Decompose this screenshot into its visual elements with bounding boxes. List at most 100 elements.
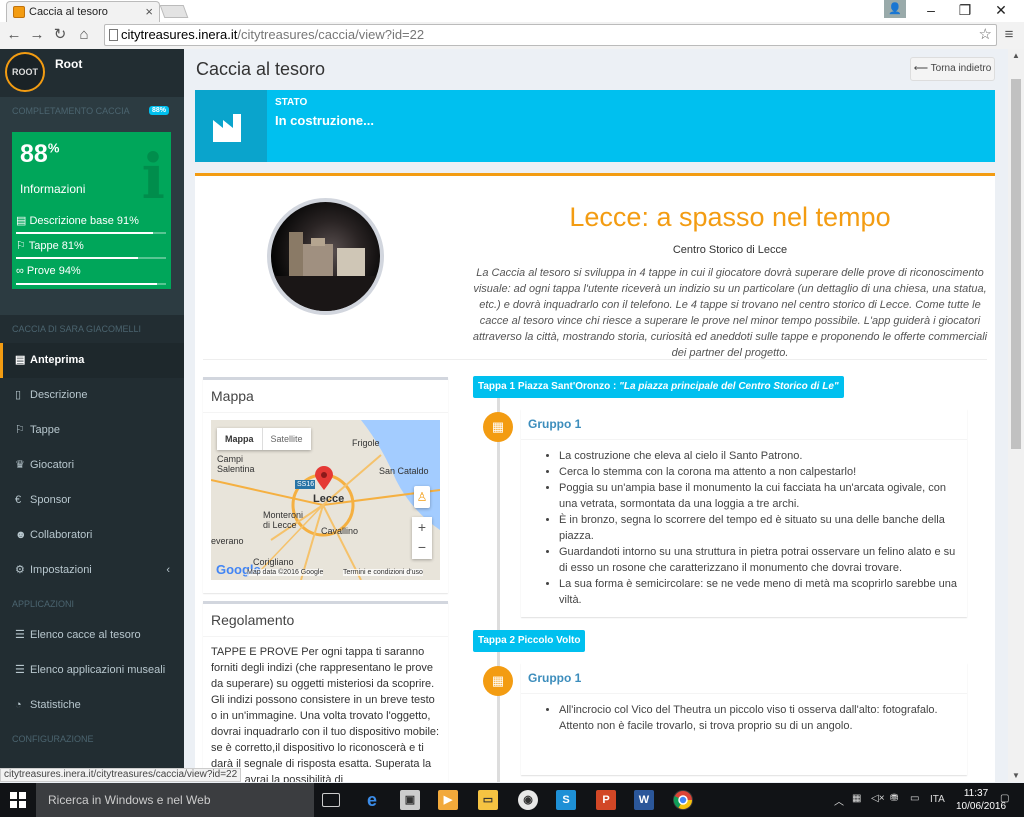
file-icon: ▯: [15, 389, 22, 401]
bookmark-star-icon[interactable]: ☆: [979, 25, 992, 45]
tray-network-icon[interactable]: ▦: [852, 793, 861, 804]
timeline-line: [497, 395, 500, 782]
media-player-icon[interactable]: ▶: [438, 790, 458, 810]
map-marker-icon[interactable]: [315, 466, 333, 490]
menu-impostazioni[interactable]: ⚙ Impostazioni ‹: [0, 553, 184, 588]
zoom-out-button[interactable]: −: [412, 537, 432, 557]
status-value: In costruzione...: [275, 113, 374, 128]
map-type-satellite[interactable]: Satellite: [261, 428, 311, 450]
group-title[interactable]: Gruppo 1: [521, 663, 967, 694]
clue-item: La sua forma è semicircolare: se ne vede…: [559, 576, 959, 608]
taskbar-clock[interactable]: 11:37 10/06/2016: [956, 787, 1006, 813]
map-data-attribution: Map data ©2016 Google: [247, 569, 324, 576]
menu-icon[interactable]: ≡: [999, 25, 1019, 45]
page-icon: [109, 29, 118, 41]
root-logo: ROOT: [5, 52, 45, 92]
skype-icon[interactable]: S: [556, 790, 576, 810]
windows-start-icon[interactable]: [10, 792, 26, 808]
tappa-2-group: Gruppo 1 All'incrocio col Vico del Theut…: [521, 663, 967, 775]
group-title[interactable]: Gruppo 1: [521, 409, 967, 440]
app-icon[interactable]: ◉: [518, 790, 538, 810]
menu-elenco-cacce[interactable]: ☰ Elenco cacce al tesoro: [0, 618, 184, 653]
windows-taskbar: Ricerca in Windows e nel Web e ▣ ▶ ▭ ◉ S…: [0, 783, 1024, 817]
map-terms-link[interactable]: Termini e condizioni d'uso: [343, 569, 423, 576]
trophy-icon: ♛: [15, 459, 25, 471]
chrome-icon[interactable]: [673, 790, 693, 810]
edge-icon[interactable]: e: [362, 790, 382, 810]
back-button[interactable]: ⟵ Torna indietro: [910, 57, 995, 81]
new-tab-button[interactable]: [159, 5, 189, 18]
close-window-icon[interactable]: ✕: [984, 0, 1018, 22]
powerpoint-icon[interactable]: P: [596, 790, 616, 810]
hunt-description: La Caccia al tesoro si sviluppa in 4 tap…: [472, 267, 988, 359]
address-bar[interactable]: citytreasures.inera.it/citytreasures/cac…: [104, 24, 997, 46]
status-bar-url: citytreasures.inera.it/citytreasures/cac…: [0, 768, 242, 782]
tray-app-icon[interactable]: ⛃: [890, 793, 898, 804]
scroll-up-icon[interactable]: ▲: [1012, 51, 1020, 60]
clue-item: Cerca lo stemma con la corona ma attento…: [559, 464, 959, 480]
user-name: Root: [55, 57, 83, 71]
clue-item: È in bronzo, segna lo scorrere del tempo…: [559, 512, 959, 544]
tab-title: Caccia al tesoro: [29, 6, 108, 18]
store-icon[interactable]: ▣: [400, 790, 420, 810]
menu-elenco-applicazioni[interactable]: ☰ Elenco applicazioni museali: [0, 653, 184, 688]
map-label-monteroni: Monteroni di Lecce: [263, 510, 304, 530]
taskbar-search[interactable]: Ricerca in Windows e nel Web: [36, 783, 314, 817]
stat-prove-bar: [16, 283, 166, 285]
map-label-frigole: Frigole: [352, 438, 380, 448]
reload-icon[interactable]: ↻: [50, 25, 70, 45]
browser-tab[interactable]: Caccia al tesoro ×: [6, 1, 160, 22]
map-type-map[interactable]: Mappa: [217, 428, 262, 450]
menu-statistiche[interactable]: ◔ Statistiche: [0, 688, 184, 723]
map-label-san-cataldo: San Cataldo: [379, 466, 429, 476]
status-box: STATO In costruzione...: [195, 90, 995, 162]
word-icon[interactable]: W: [634, 790, 654, 810]
list-icon: ☰: [15, 629, 25, 641]
menu-tappe[interactable]: ⚐ Tappe: [0, 413, 184, 448]
restore-icon[interactable]: ❐: [948, 0, 982, 22]
scroll-down-icon[interactable]: ▼: [1012, 771, 1020, 780]
menu-anteprima[interactable]: ▤ Anteprima: [0, 343, 184, 378]
url-path: /citytreasures/caccia/view?id=22: [237, 27, 425, 42]
scroll-thumb[interactable]: [1011, 79, 1021, 449]
url-host: citytreasures.inera.it: [121, 27, 238, 42]
forward-arrow-icon[interactable]: →: [27, 25, 47, 45]
stat-prove: ∞ Prove 94%: [16, 265, 81, 277]
map-label-lecce: Lecce: [313, 493, 345, 505]
clue-item: Guardandoti intorno su una struttura in …: [559, 544, 959, 576]
vertical-scrollbar[interactable]: ▲ ▼: [1008, 49, 1024, 782]
language-indicator[interactable]: ITA: [930, 794, 945, 805]
user-icon[interactable]: 👤: [884, 0, 906, 18]
map-type-toggle[interactable]: Mappa Satellite: [217, 428, 311, 450]
street-view-icon[interactable]: ♙: [414, 486, 430, 508]
notifications-icon[interactable]: ▢: [1000, 793, 1009, 804]
section-hunt-header: CACCIA DI SARA GIACOMELLI: [12, 324, 142, 334]
tray-chevron-icon[interactable]: ︿: [834, 793, 844, 808]
rules-panel: Regolamento TAPPE E PROVE Per ogni tappa…: [203, 601, 448, 782]
gears-icon: ⚙: [15, 564, 25, 576]
zoom-in-button[interactable]: +: [412, 517, 432, 537]
map-label-campi: Campi Salentina: [217, 454, 255, 474]
menu-giocatori[interactable]: ♛ Giocatori: [0, 448, 184, 483]
progress-info-label: Informazioni: [20, 182, 86, 196]
task-view-icon[interactable]: [322, 793, 340, 807]
close-tab-icon[interactable]: ×: [145, 2, 153, 22]
map-label-everano: everano: [211, 536, 244, 546]
hunt-image: [267, 198, 384, 315]
hunt-subtitle: Centro Storico di Lecce: [672, 244, 788, 256]
clue-item: La costruzione che eleva al cielo il San…: [559, 448, 959, 464]
tray-message-icon[interactable]: ▭: [910, 793, 919, 804]
clue-item: All'incrocio col Vico del Theutra un pic…: [559, 702, 959, 734]
info-icon: i: [141, 140, 165, 213]
google-map[interactable]: Mappa Satellite Frigole Campi Salentina S…: [211, 420, 440, 580]
file-explorer-icon[interactable]: ▭: [478, 790, 498, 810]
rules-title: Regolamento: [203, 604, 448, 637]
menu-collaboratori[interactable]: ☻ Collaboratori: [0, 518, 184, 553]
menu-descrizione[interactable]: ▯ Descrizione: [0, 378, 184, 413]
tray-volume-icon[interactable]: ◁×: [871, 793, 885, 804]
menu-sponsor[interactable]: € Sponsor: [0, 483, 184, 518]
home-icon[interactable]: ⌂: [74, 25, 94, 45]
stat-descrizione-bar: [16, 232, 166, 234]
minimize-icon[interactable]: –: [914, 0, 948, 22]
back-arrow-icon[interactable]: ←: [4, 25, 24, 45]
